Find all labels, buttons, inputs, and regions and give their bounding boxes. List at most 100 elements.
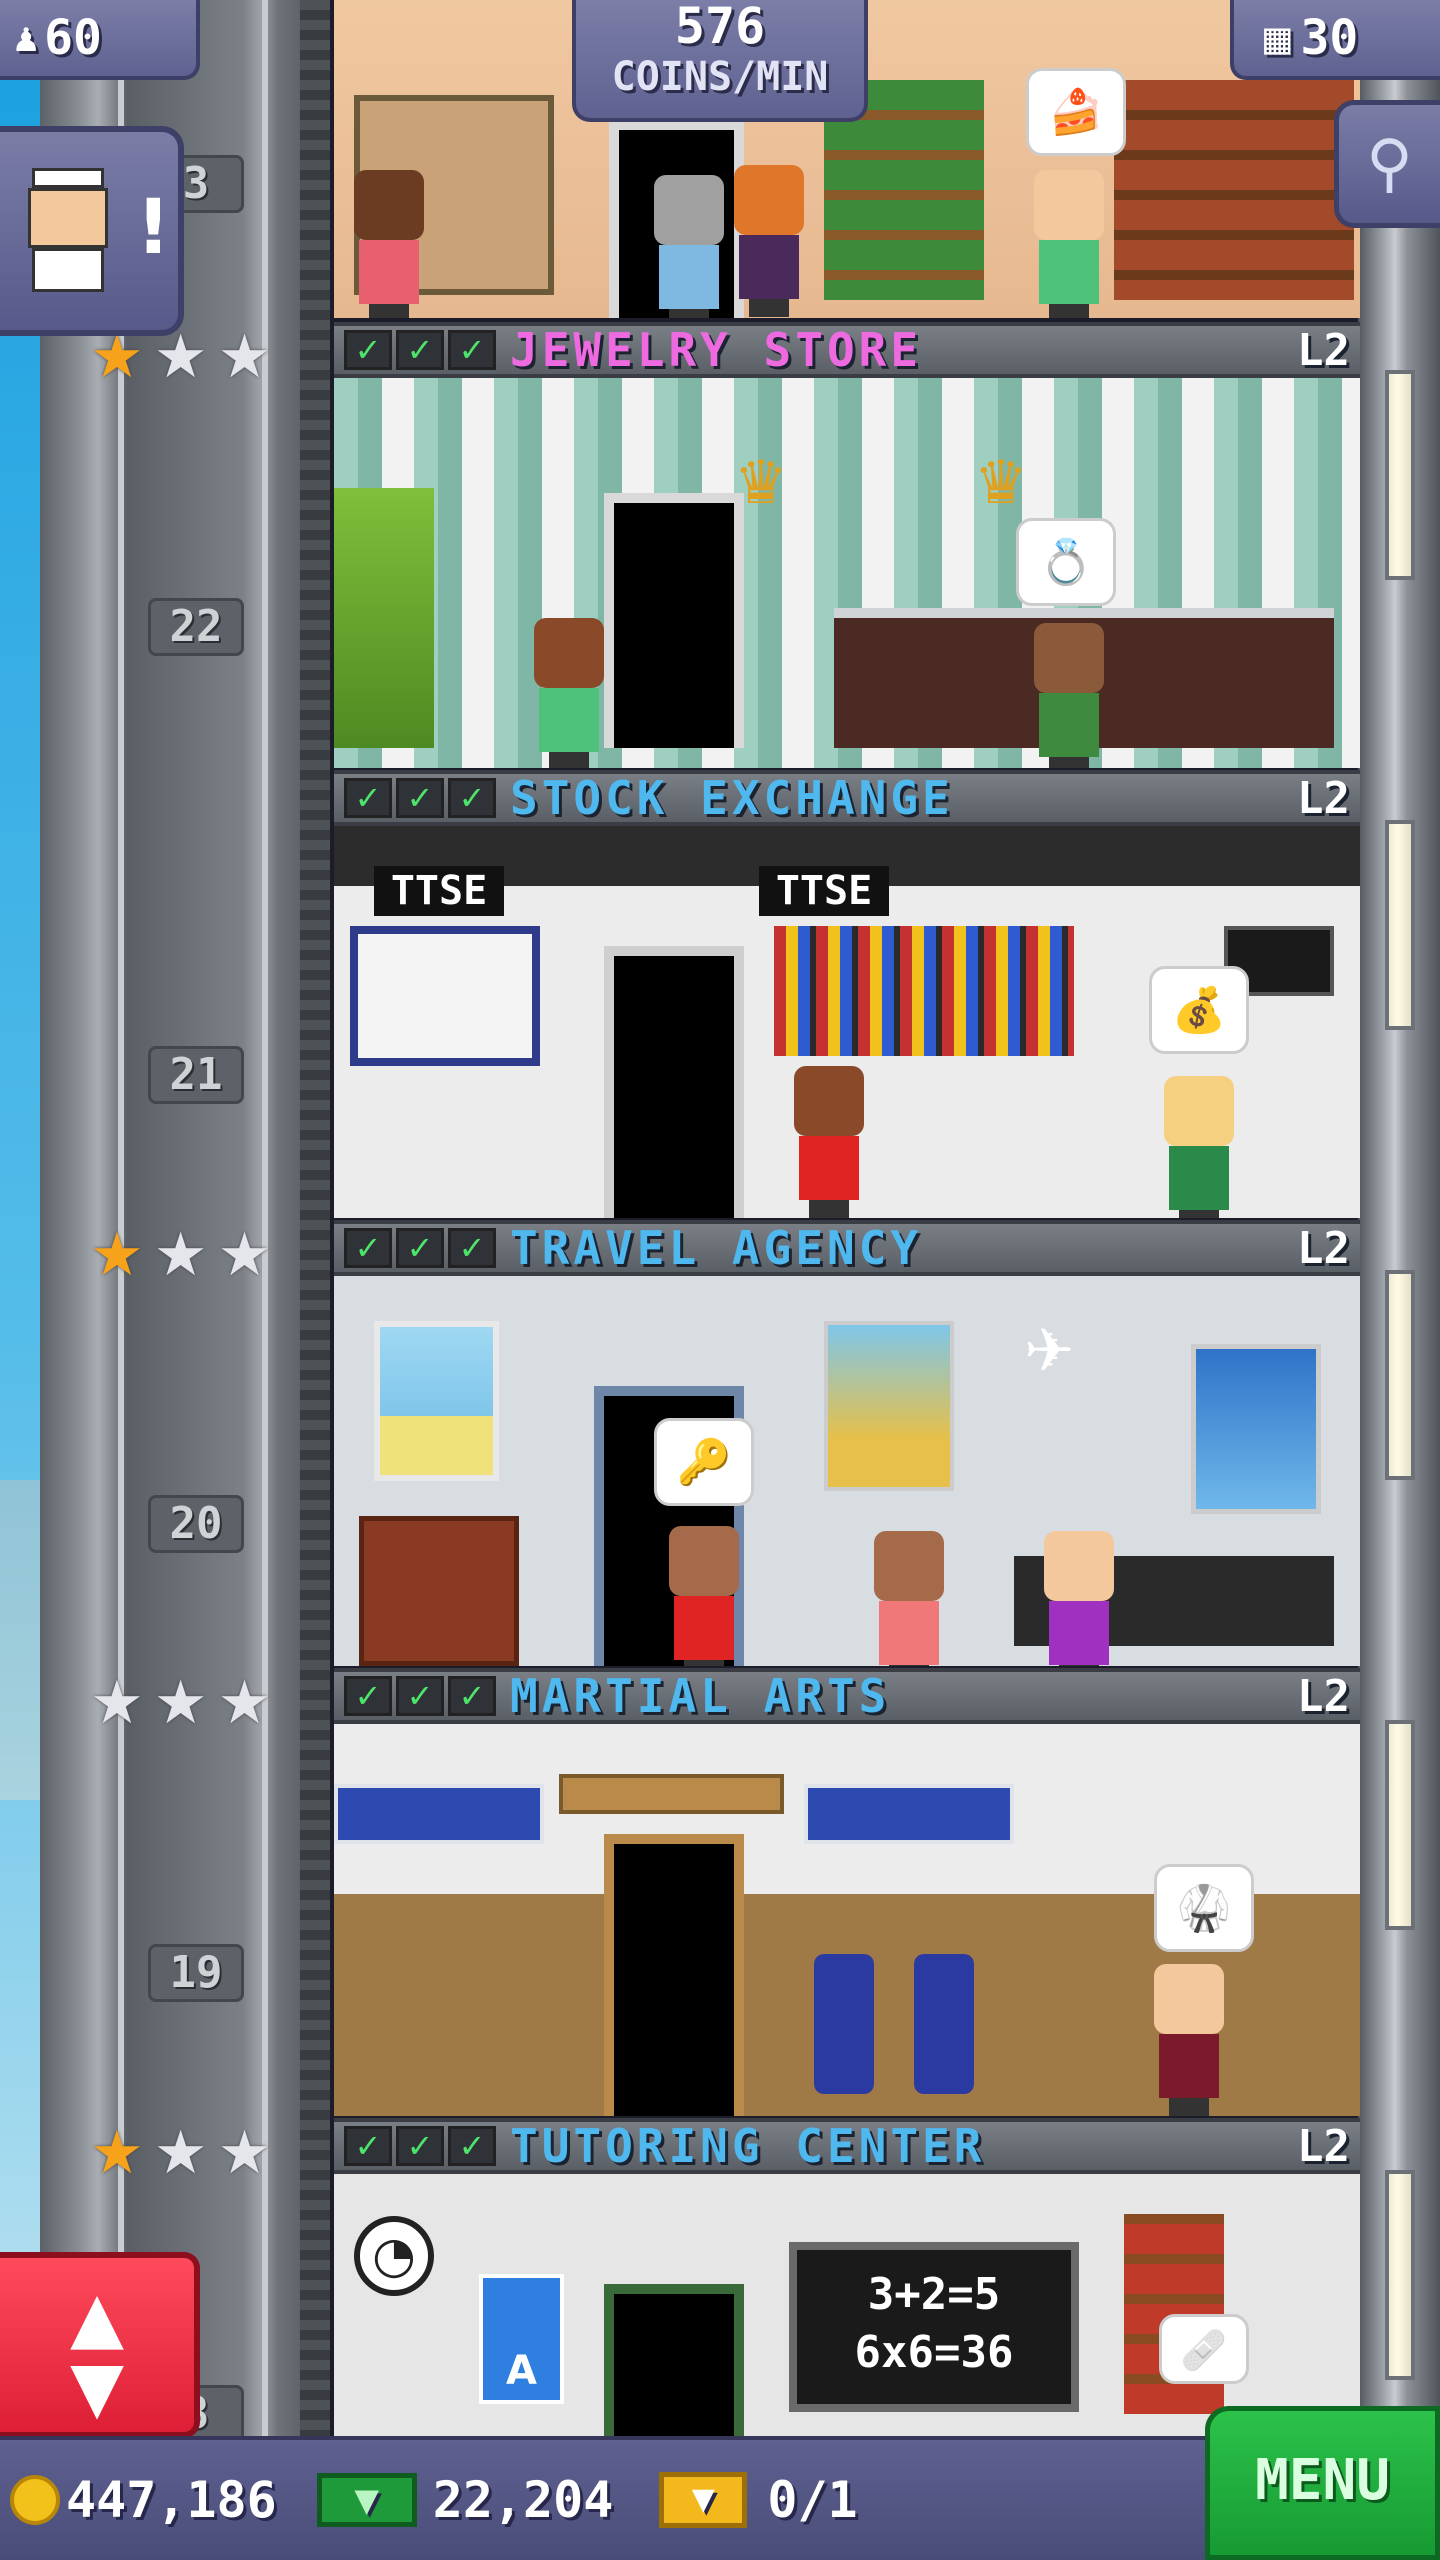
star-icon: ★ [153, 1220, 208, 1290]
bitizen[interactable] [794, 1066, 864, 1218]
floor-stars: ★ ★ ★ [90, 327, 271, 387]
check-icon: ✓ [344, 330, 392, 370]
ttse-sign: TTSE [759, 866, 889, 916]
check-icon: ✓ [344, 1228, 392, 1268]
star-icon: ★ [90, 322, 144, 392]
bridge-poster [1191, 1344, 1321, 1514]
coins-value: 447,186 [66, 2471, 277, 2529]
check-icon: ✓ [396, 1676, 444, 1716]
tower-right-wall [1358, 0, 1440, 2440]
magnifier-icon: ⚲ [1366, 127, 1413, 201]
bitizen[interactable] [874, 1531, 944, 1666]
bitizen[interactable] [669, 1526, 739, 1666]
floor-sign-martial-arts[interactable]: ✓ ✓ ✓ MARTIAL ARTS L2 [334, 1668, 1360, 1724]
clock-icon: ◔ [354, 2216, 434, 2296]
bux-stat[interactable]: ▼ 22,204 [287, 2471, 614, 2529]
star-icon: ★ [153, 322, 208, 392]
beach-poster [374, 1321, 499, 1481]
brochure-rack [359, 1516, 519, 1666]
floor-sign-stock-exchange[interactable]: ✓ ✓ ✓ STOCK EXCHANGE L2 [334, 770, 1360, 826]
floor-sign-tutoring-center[interactable]: ✓ ✓ ✓ TUTORING CENTER L2 [334, 2118, 1360, 2174]
star-icon: ★ [153, 1668, 208, 1738]
chandelier-icon: ♛ [974, 448, 1028, 518]
request-bubble[interactable]: 🍰 [1026, 68, 1126, 156]
floor-name: TUTORING CENTER [510, 2119, 986, 2173]
check-icon: ✓ [448, 2126, 496, 2166]
floor-number: 20 [148, 1495, 244, 1553]
check-icon: ✓ [448, 330, 496, 370]
up-down-arrows-icon: ▲ ▼ [70, 2276, 124, 2428]
room-door [604, 1834, 744, 2116]
request-bubble[interactable]: 🔑 [654, 1418, 754, 1506]
elevator-button[interactable]: ▲ ▼ [0, 2252, 200, 2438]
bitizen[interactable] [354, 170, 424, 318]
chandelier-icon: ♛ [734, 448, 788, 518]
floor-number: 21 [148, 1046, 244, 1104]
elevator-cable [300, 0, 330, 2440]
bitizen[interactable] [734, 165, 804, 317]
coins-stat[interactable]: 447,186 [10, 2471, 277, 2529]
floor-stars: ★ ★ ★ [90, 1225, 271, 1285]
tickets-value: 0/1 [767, 2471, 858, 2529]
bitizen[interactable] [534, 618, 604, 768]
request-bubble[interactable]: 🥋 [1154, 1864, 1254, 1952]
floor-number: 22 [148, 598, 244, 656]
wall-window [1385, 1270, 1415, 1480]
bitizen[interactable] [654, 175, 724, 318]
floor-count-value: 30 [1300, 10, 1359, 66]
coin-icon [10, 2475, 60, 2525]
check-icon: ✓ [396, 2126, 444, 2166]
tickets-stat[interactable]: ▼ 0/1 [623, 2471, 858, 2529]
coins-per-min-panel[interactable]: 576 COINS/MIN [572, 0, 868, 122]
floor-room-travel-agency[interactable]: ✈ 🔑 [334, 1276, 1360, 1666]
room-door [604, 493, 744, 748]
floor-sign-travel-agency[interactable]: ✓ ✓ ✓ TRAVEL AGENCY L2 [334, 1220, 1360, 1276]
request-bubble[interactable]: 💰 [1149, 966, 1249, 1054]
floor-stars: ★ ★ ★ [90, 1673, 271, 1733]
menu-button[interactable]: MENU [1205, 2406, 1440, 2560]
dojo-banner [804, 1784, 1014, 1844]
floor-level: L2 [1297, 772, 1350, 824]
bux-icon: ▼ [316, 2473, 417, 2527]
check-icon: ✓ [396, 778, 444, 818]
floor-level: L2 [1297, 1222, 1350, 1274]
check-icon: ✓ [448, 1228, 496, 1268]
room-door [604, 2284, 744, 2436]
bitizen[interactable] [1034, 623, 1104, 768]
star-icon: ★ [217, 1220, 272, 1290]
check-icon: ✓ [344, 1676, 392, 1716]
bitizen-alert-icon [24, 168, 112, 298]
floor-number: 19 [148, 1944, 244, 2002]
ttse-sign: TTSE [374, 866, 504, 916]
floor-room-stock-exchange[interactable]: TTSE TTSE 💰 [334, 826, 1360, 1218]
quest-alert-button[interactable]: ! [0, 126, 184, 336]
population-counter[interactable]: ♟ 60 [0, 0, 200, 80]
wall-window [1385, 1720, 1415, 1930]
bitizen[interactable] [1034, 170, 1104, 318]
punching-bag [814, 1954, 874, 2094]
building-icon: ▦ [1264, 12, 1291, 64]
floor-name: MARTIAL ARTS [510, 1669, 891, 1723]
floor-stars: ★ ★ ★ [90, 2123, 271, 2183]
wall-window [1385, 370, 1415, 580]
floor-room-martial-arts[interactable]: 🥋 [334, 1724, 1360, 2116]
request-bubble[interactable]: 🩹 [1159, 2314, 1249, 2384]
floor-level: L2 [1297, 1670, 1350, 1722]
bux-value: 22,204 [432, 2471, 614, 2529]
floor-room-jewelry-store[interactable]: ♛ ♛ 💍 [334, 378, 1360, 768]
floor-count[interactable]: ▦ 30 [1230, 0, 1440, 80]
coins-per-min-value: 576 [674, 0, 766, 55]
floor-sign-jewelry-store[interactable]: ✓ ✓ ✓ JEWELRY STORE L2 [334, 322, 1360, 378]
floor-room-tutoring-center[interactable]: ◔ A 3+2=5 6x6=36 🩹 [334, 2174, 1360, 2436]
floor-name: STOCK EXCHANGE [510, 771, 954, 825]
bitizen[interactable] [1164, 1076, 1234, 1218]
alert-icon: ! [136, 182, 171, 271]
population-value: 60 [44, 10, 102, 66]
zoom-button[interactable]: ⚲ [1334, 100, 1440, 228]
ticker-board [774, 926, 1074, 1056]
floor-level: L2 [1297, 324, 1350, 376]
bitizen[interactable] [1044, 1531, 1114, 1666]
request-bubble[interactable]: 💍 [1016, 518, 1116, 606]
floor-name: TRAVEL AGENCY [510, 1221, 923, 1275]
bitizen[interactable] [1154, 1964, 1224, 2116]
